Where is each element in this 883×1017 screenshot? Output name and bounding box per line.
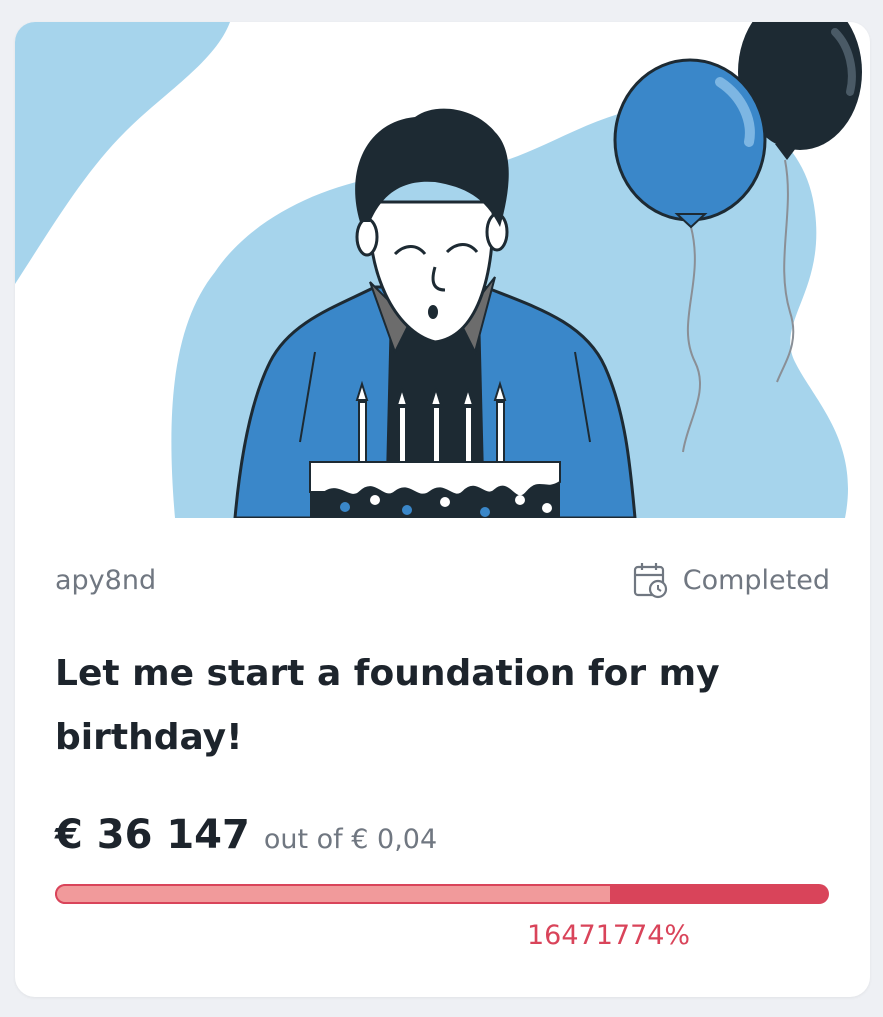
raised-amount: € 36 147: [55, 812, 250, 858]
author-name[interactable]: apy8nd: [55, 565, 156, 596]
status-indicator: Completed: [633, 561, 830, 599]
progress-bar: [55, 884, 829, 904]
birthday-illustration: [15, 22, 862, 518]
status-label: Completed: [682, 564, 830, 596]
amount-row: € 36 147 out of € 0,04: [55, 812, 437, 858]
campaign-card[interactable]: apy8nd Completed Let me start a foundati…: [15, 22, 870, 997]
campaign-title[interactable]: Let me start a foundation for my birthda…: [55, 642, 780, 770]
meta-row: apy8nd Completed: [55, 560, 830, 600]
background-blob-left: [15, 22, 230, 284]
progress-percent: 16471774%: [527, 920, 691, 951]
calendar-clock-icon: [633, 561, 669, 599]
goal-amount: out of € 0,04: [263, 824, 438, 855]
progress-bar-fill: [55, 884, 613, 904]
